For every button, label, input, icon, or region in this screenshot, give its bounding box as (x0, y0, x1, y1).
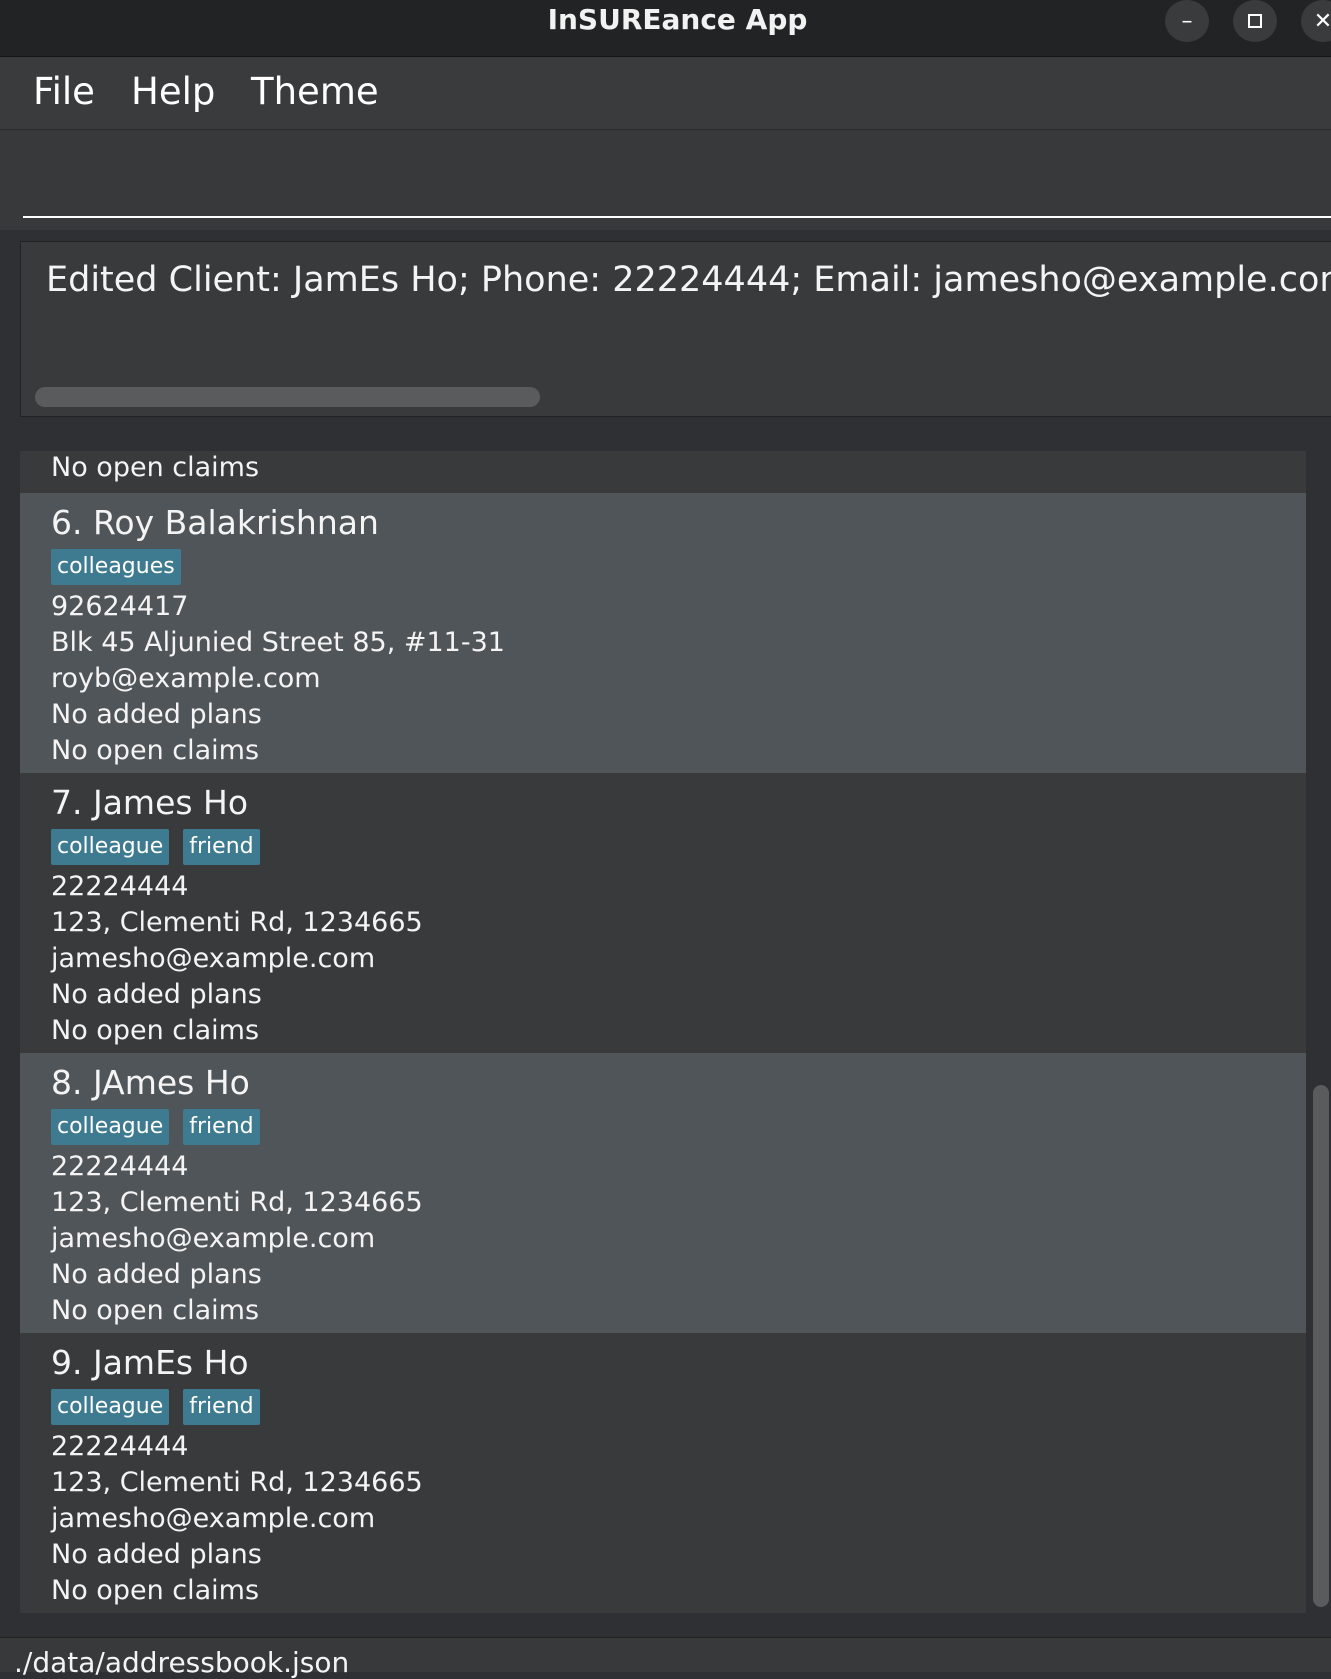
client-phone: 92624417 (51, 591, 189, 622)
tag: colleague (51, 1389, 170, 1425)
client-address: 123, Clementi Rd, 1234665 (51, 907, 423, 938)
status-bar: ./data/addressbook.json (0, 1637, 1331, 1679)
client-list-scrollbar-thumb[interactable] (1313, 1085, 1329, 1607)
tag: colleague (51, 829, 170, 865)
client-tags: colleague friend (51, 1389, 260, 1425)
client-card[interactable]: No open claims (20, 451, 1306, 493)
client-address: 123, Clementi Rd, 1234665 (51, 1187, 423, 1218)
client-claims: No open claims (51, 452, 260, 483)
client-phone: 22224444 (51, 871, 189, 902)
command-input[interactable] (23, 138, 1331, 218)
client-email: jamesho@example.com (51, 1223, 376, 1254)
client-claims: No open claims (51, 735, 260, 766)
result-horizontal-scrollbar[interactable] (35, 387, 540, 407)
result-display-area: Edited Client: JamEs Ho; Phone: 22224444… (0, 231, 1331, 431)
menu-bar: File Help Theme (0, 57, 1331, 130)
client-card[interactable]: 6. Roy Balakrishnan colleagues 92624417 … (20, 493, 1306, 773)
client-email: jamesho@example.com (51, 1503, 376, 1534)
menu-theme[interactable]: Theme (251, 70, 379, 113)
client-claims: No open claims (51, 1575, 260, 1606)
client-plans: No added plans (51, 699, 262, 730)
client-tags: colleague friend (51, 829, 260, 865)
client-claims: No open claims (51, 1015, 260, 1046)
client-card[interactable]: 7. James Ho colleague friend 22224444 12… (20, 773, 1306, 1053)
client-plans: No added plans (51, 1539, 262, 1570)
client-tags: colleague friend (51, 1109, 260, 1145)
client-phone: 22224444 (51, 1431, 189, 1462)
tag: colleagues (51, 549, 181, 585)
client-plans: No added plans (51, 979, 262, 1010)
client-name: 7. James Ho (51, 783, 249, 822)
client-card[interactable]: 8. JAmes Ho colleague friend 22224444 12… (20, 1053, 1306, 1333)
client-address: 123, Clementi Rd, 1234665 (51, 1467, 423, 1498)
maximize-button[interactable] (1233, 0, 1277, 42)
result-text: Edited Client: JamEs Ho; Phone: 22224444… (46, 260, 1331, 300)
minimize-button[interactable]: – (1165, 0, 1209, 42)
result-display[interactable]: Edited Client: JamEs Ho; Phone: 22224444… (20, 241, 1331, 417)
command-box (0, 130, 1331, 230)
save-location: ./data/addressbook.json (14, 1646, 350, 1679)
app-title: InSUREance App (547, 3, 808, 36)
tag: friend (183, 1109, 260, 1145)
client-list[interactable]: No open claims 6. Roy Balakrishnan colle… (20, 451, 1306, 1613)
client-tags: colleagues (51, 549, 181, 585)
menu-help[interactable]: Help (131, 70, 215, 113)
client-address: Blk 45 Aljunied Street 85, #11-31 (51, 627, 505, 658)
close-icon: ✕ (1313, 8, 1331, 34)
client-email: jamesho@example.com (51, 943, 376, 974)
maximize-icon (1248, 14, 1262, 28)
client-claims: No open claims (51, 1295, 260, 1326)
client-name: 8. JAmes Ho (51, 1063, 250, 1102)
menu-file[interactable]: File (33, 70, 95, 113)
client-email: royb@example.com (51, 663, 321, 694)
title-bar: InSUREance App – ✕ (0, 0, 1331, 57)
tag: friend (183, 1389, 260, 1425)
minimize-icon: – (1181, 8, 1193, 34)
tag: friend (183, 829, 260, 865)
client-card[interactable]: 9. JamEs Ho colleague friend 22224444 12… (20, 1333, 1306, 1613)
tag: colleague (51, 1109, 170, 1145)
client-plans: No added plans (51, 1259, 262, 1290)
client-name: 9. JamEs Ho (51, 1343, 249, 1382)
client-name: 6. Roy Balakrishnan (51, 503, 379, 542)
client-phone: 22224444 (51, 1151, 189, 1182)
